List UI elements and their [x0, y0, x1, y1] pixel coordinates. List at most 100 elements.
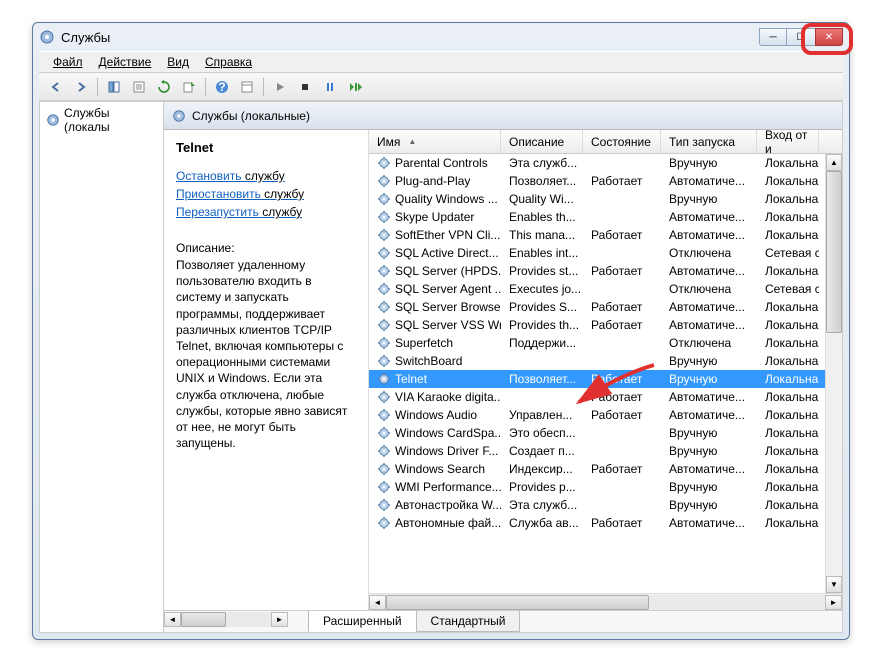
tab-standard[interactable]: Стандартный — [416, 611, 521, 632]
cell-name: SwitchBoard — [369, 353, 501, 369]
services-icon — [39, 29, 55, 45]
service-row[interactable]: Windows AudioУправлен...РаботаетАвтомати… — [369, 406, 842, 424]
tree-pane[interactable]: Службы (локалы — [40, 102, 164, 632]
cell-description: Executes jo... — [501, 281, 583, 297]
scroll-thumb[interactable] — [181, 612, 226, 627]
scroll-right-button[interactable]: ► — [271, 612, 288, 627]
column-description[interactable]: Описание — [501, 130, 583, 153]
service-row[interactable]: Plug-and-PlayПозволяет...РаботаетАвтомат… — [369, 172, 842, 190]
stop-link[interactable]: Остановить службу — [176, 167, 356, 185]
cell-logon: Локальна — [757, 353, 819, 369]
restart-service-button[interactable] — [344, 76, 366, 98]
cell-description — [501, 396, 583, 398]
service-row[interactable]: Windows Driver F...Создает п...ВручнуюЛо… — [369, 442, 842, 460]
service-gear-icon — [377, 210, 391, 224]
cell-name: SQL Server (HPDS... — [369, 263, 501, 279]
cell-startup: Вручную — [661, 191, 757, 207]
service-row[interactable]: VIA Karaoke digita...РаботаетАвтоматиче.… — [369, 388, 842, 406]
column-startup[interactable]: Тип запуска — [661, 130, 757, 153]
cell-logon: Локальна — [757, 209, 819, 225]
cell-state: Работает — [583, 515, 661, 531]
properties-button[interactable] — [128, 76, 150, 98]
cell-startup: Отключена — [661, 281, 757, 297]
cell-state — [583, 162, 661, 164]
cell-name: Superfetch — [369, 335, 501, 351]
menu-action[interactable]: Действие — [91, 53, 160, 71]
cell-logon: Локальна — [757, 425, 819, 441]
stop-service-button[interactable] — [294, 76, 316, 98]
right-header-label: Службы (локальные) — [192, 109, 310, 123]
cell-description: Provides S... — [501, 299, 583, 315]
show-hide-tree-button[interactable] — [103, 76, 125, 98]
menu-help[interactable]: Справка — [197, 53, 260, 71]
list-body[interactable]: Parental ControlsЭта служб...ВручнуюЛока… — [369, 154, 842, 593]
service-row[interactable]: SwitchBoardВручнуюЛокальна — [369, 352, 842, 370]
cell-logon: Сетевая с — [757, 245, 819, 261]
cell-name: Windows Driver F... — [369, 443, 501, 459]
service-row[interactable]: Windows SearchИндексир...РаботаетАвтомат… — [369, 460, 842, 478]
minimize-button[interactable]: ─ — [759, 28, 787, 46]
export-button[interactable] — [178, 76, 200, 98]
cell-state — [583, 216, 661, 218]
menu-file[interactable]: Файл — [45, 53, 91, 71]
service-row[interactable]: Автонастройка W...Эта служб...ВручнуюЛок… — [369, 496, 842, 514]
back-button[interactable] — [45, 76, 67, 98]
service-row[interactable]: Windows CardSpa...Это обесп...ВручнуюЛок… — [369, 424, 842, 442]
service-gear-icon — [377, 408, 391, 422]
tab-extended[interactable]: Расширенный — [308, 611, 417, 632]
scroll-track[interactable] — [181, 612, 271, 627]
titlebar[interactable]: Службы ─ ☐ ✕ — [33, 23, 849, 51]
scroll-track[interactable] — [386, 595, 825, 610]
scroll-down-button[interactable]: ▼ — [826, 576, 842, 593]
service-row[interactable]: SQL Server BrowserProvides S...РаботаетА… — [369, 298, 842, 316]
scroll-right-button[interactable]: ► — [825, 595, 842, 610]
list-button[interactable] — [236, 76, 258, 98]
service-row[interactable]: SQL Server VSS Wr...Provides th...Работа… — [369, 316, 842, 334]
service-row[interactable]: SuperfetchПоддержи...ОтключенаЛокальна — [369, 334, 842, 352]
pause-link[interactable]: Приостановить службу — [176, 185, 356, 203]
service-row[interactable]: TelnetПозволяет...РаботаетВручнуюЛокальн… — [369, 370, 842, 388]
help-button[interactable]: ? — [211, 76, 233, 98]
vertical-scrollbar[interactable]: ▲ ▼ — [825, 154, 842, 593]
service-row[interactable]: SQL Server (HPDS...Provides st...Работае… — [369, 262, 842, 280]
left-pane-hscroll[interactable]: ◄ ► — [164, 611, 288, 628]
service-row[interactable]: SQL Server Agent ...Executes jo... Отключ… — [369, 280, 842, 298]
service-row[interactable]: SQL Active Direct...Enables int...Отключ… — [369, 244, 842, 262]
close-button[interactable]: ✕ — [815, 28, 843, 46]
menu-view[interactable]: Вид — [159, 53, 197, 71]
service-row[interactable]: Skype UpdaterEnables th...Автоматиче...Л… — [369, 208, 842, 226]
column-logon[interactable]: Вход от и — [757, 130, 819, 153]
scroll-up-button[interactable]: ▲ — [826, 154, 842, 171]
scroll-left-button[interactable]: ◄ — [369, 595, 386, 610]
service-row[interactable]: Parental ControlsЭта служб...ВручнуюЛока… — [369, 154, 842, 172]
cell-name: Telnet — [369, 371, 501, 387]
tree-root-item[interactable]: Службы (локалы — [40, 102, 163, 138]
service-row[interactable]: WMI Performance...Provides p...ВручнуюЛо… — [369, 478, 842, 496]
scroll-thumb[interactable] — [826, 171, 842, 333]
cell-name: Parental Controls — [369, 155, 501, 171]
cell-state — [583, 342, 661, 344]
start-service-button[interactable] — [269, 76, 291, 98]
maximize-button[interactable]: ☐ — [787, 28, 815, 46]
service-row[interactable]: Quality Windows ...Quality Wi...ВручнуюЛ… — [369, 190, 842, 208]
pause-service-button[interactable] — [319, 76, 341, 98]
scroll-left-button[interactable]: ◄ — [164, 612, 181, 627]
refresh-button[interactable] — [153, 76, 175, 98]
cell-state — [583, 432, 661, 434]
restart-link[interactable]: Перезапустить службу — [176, 203, 356, 221]
column-name[interactable]: Имя — [369, 130, 501, 153]
service-gear-icon — [377, 264, 391, 278]
column-state[interactable]: Состояние — [583, 130, 661, 153]
right-header: Службы (локальные) — [164, 102, 842, 130]
forward-button[interactable] — [70, 76, 92, 98]
services-icon — [172, 109, 186, 123]
scroll-track[interactable] — [826, 171, 842, 576]
service-gear-icon — [377, 174, 391, 188]
service-gear-icon — [377, 390, 391, 404]
service-row[interactable]: SoftEther VPN Cli...This mana...Работает… — [369, 226, 842, 244]
cell-name: Quality Windows ... — [369, 191, 501, 207]
service-row[interactable]: Автономные фай...Служба ав...РаботаетАвт… — [369, 514, 842, 532]
horizontal-scrollbar[interactable]: ◄ ► — [369, 593, 842, 610]
scroll-thumb[interactable] — [386, 595, 649, 610]
cell-name: SQL Server Agent ... — [369, 281, 501, 297]
